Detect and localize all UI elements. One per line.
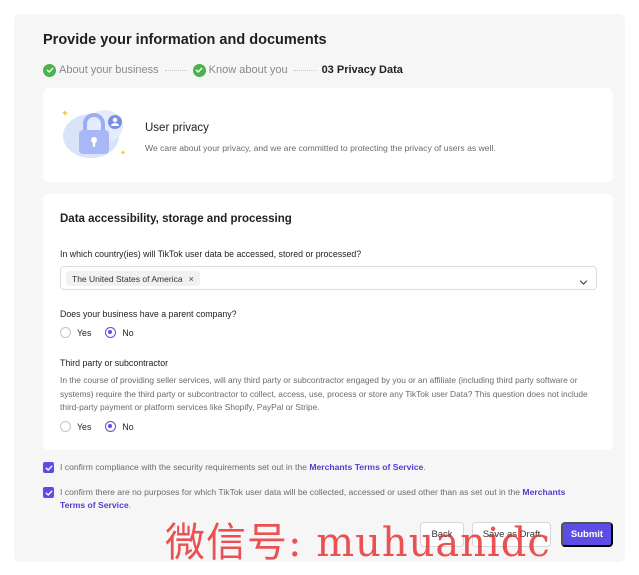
user-privacy-card: User privacy We care about your privacy,… xyxy=(43,88,613,182)
parent-yes-radio[interactable]: Yes xyxy=(60,327,91,338)
step-divider xyxy=(293,69,316,71)
step-label: 03 Privacy Data xyxy=(321,64,403,76)
radio-indicator xyxy=(60,327,71,338)
third-party-no-radio[interactable]: No xyxy=(105,421,134,432)
parent-no-radio[interactable]: No xyxy=(105,327,134,338)
third-party-title: Third party or subcontractor xyxy=(60,358,169,368)
radio-indicator xyxy=(60,421,71,432)
watermark-text: 微信号: muhuanidc xyxy=(165,520,551,566)
radio-indicator xyxy=(105,327,117,338)
check-circle-icon xyxy=(192,63,206,77)
confirm-data-purpose: I confirm there are no purposes for whic… xyxy=(43,486,583,512)
confirm-text: I confirm compliance with the security r… xyxy=(60,461,426,474)
confirm-text-body: I confirm there are no purposes for whic… xyxy=(60,487,523,497)
step-know-about-you[interactable]: Know about you xyxy=(192,63,288,77)
step-privacy-data[interactable]: 03 Privacy Data xyxy=(322,64,403,76)
step-label: Know about you xyxy=(208,64,288,76)
radio-label: Yes xyxy=(77,327,92,338)
data-processing-card: Data accessibility, storage and processi… xyxy=(43,194,613,450)
stepper: About your business Know about you 03 Pr… xyxy=(43,62,403,78)
checkbox-checked-icon[interactable] xyxy=(43,462,54,473)
confirm-text-tail: . xyxy=(423,462,426,472)
chip-label: The United States of America xyxy=(72,273,183,284)
confirm-security: I confirm compliance with the security r… xyxy=(43,461,603,474)
page-title: Provide your information and documents xyxy=(43,32,327,48)
step-label: About your business xyxy=(59,64,159,76)
third-party-yes-radio[interactable]: Yes xyxy=(60,421,91,432)
country-question: In which country(ies) will TikTok user d… xyxy=(60,249,362,259)
parent-company-radio-group: Yes No xyxy=(60,327,148,338)
submit-button[interactable]: Submit xyxy=(561,522,613,547)
merchants-terms-link[interactable]: Merchants Terms of Service xyxy=(309,462,423,472)
step-about-business[interactable]: About your business xyxy=(43,63,159,77)
onboarding-page: Provide your information and documents A… xyxy=(14,14,625,562)
privacy-description: We care about your privacy, and we are c… xyxy=(145,143,496,153)
chip-remove-icon[interactable]: × xyxy=(189,274,194,284)
privacy-title: User privacy xyxy=(145,122,209,134)
radio-label: No xyxy=(122,421,134,432)
privacy-lock-illustration-icon xyxy=(61,104,127,162)
check-circle-icon xyxy=(43,63,56,77)
chevron-down-icon[interactable] xyxy=(579,274,588,292)
third-party-description: In the course of providing seller servic… xyxy=(60,375,588,412)
confirm-text-body: I confirm compliance with the security r… xyxy=(60,462,310,472)
section-title: Data accessibility, storage and processi… xyxy=(60,213,292,225)
radio-indicator xyxy=(105,421,117,432)
checkbox-checked-icon[interactable] xyxy=(43,487,54,498)
step-divider xyxy=(164,69,187,71)
radio-label: No xyxy=(122,327,134,338)
country-chip: The United States of America × xyxy=(66,271,200,286)
third-party-radio-group: Yes No xyxy=(60,421,148,432)
parent-company-question: Does your business have a parent company… xyxy=(60,309,237,319)
country-select[interactable]: The United States of America × xyxy=(60,266,597,290)
radio-label: Yes xyxy=(77,421,92,432)
confirm-text-tail: . xyxy=(128,500,132,510)
confirm-text: I confirm there are no purposes for whic… xyxy=(60,486,583,512)
